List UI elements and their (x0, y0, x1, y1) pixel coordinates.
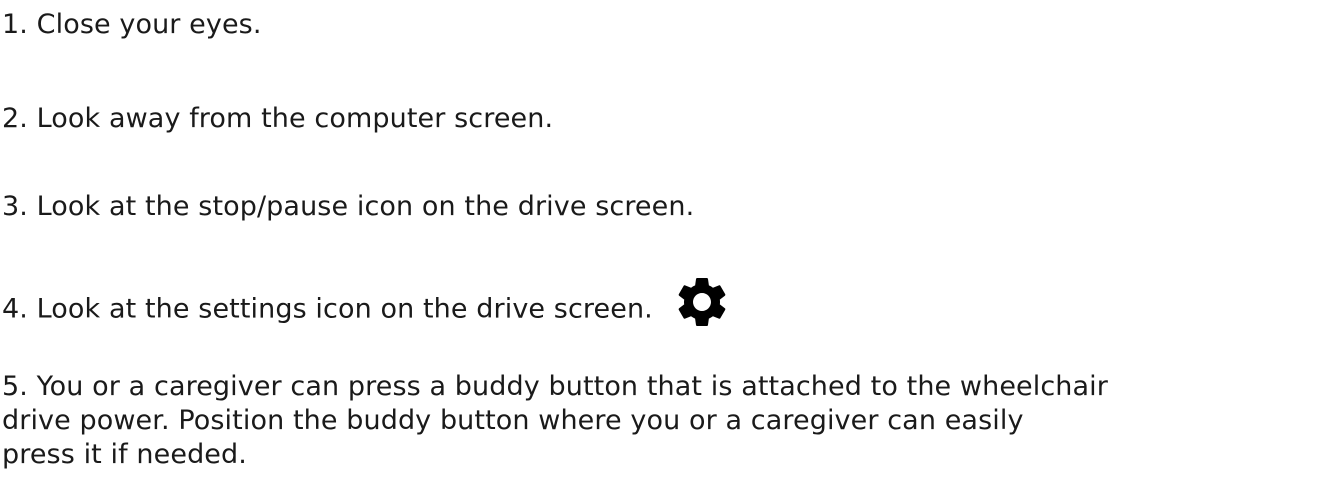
step-5-line-3: press it if needed. (2, 439, 247, 470)
step-4-text: 4. Look at the settings icon on the driv… (2, 293, 653, 325)
step-4-row: 4. Look at the settings icon on the driv… (2, 278, 732, 340)
step-3-text: 3. Look at the stop/pause icon on the dr… (2, 191, 695, 222)
step-5-paragraph: 5. You or a caregiver can press a buddy … (2, 370, 1332, 472)
step-5-line-2: drive power. Position the buddy button w… (2, 405, 1024, 436)
gear-icon (672, 272, 732, 332)
step-2-text: 2. Look away from the computer screen. (2, 103, 554, 134)
step-1-text: 1. Close your eyes. (2, 9, 262, 40)
step-5-line-1: 5. You or a caregiver can press a buddy … (2, 371, 1108, 402)
